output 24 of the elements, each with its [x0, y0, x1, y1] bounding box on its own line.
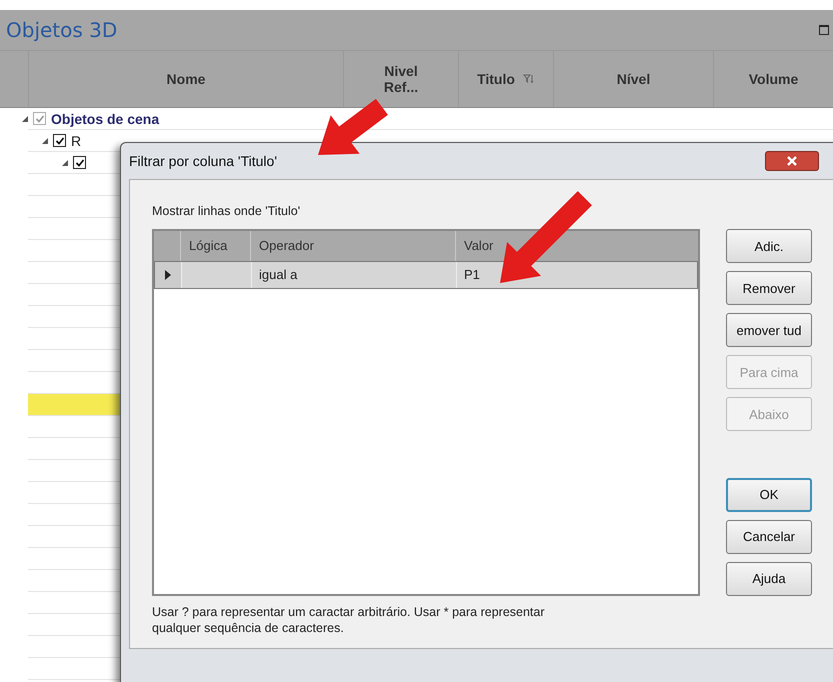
dialog-title: Filtrar por coluna 'Titulo' — [129, 153, 277, 169]
grid-cell: P1 — [464, 267, 480, 282]
hint-text: Usar ? para representar um caractar arbitrário. Usar * para representar qualquer sequência de caracteres. — [152, 604, 546, 636]
dialog-button[interactable]: Cancelar — [726, 520, 812, 554]
annotation-arrow — [318, 98, 388, 155]
dialog-button[interactable]: Adic. — [726, 229, 812, 264]
prompt-text: Mostrar linhas onde 'Titulo' — [152, 204, 302, 220]
filter-row[interactable]: igual a P1 — [154, 261, 698, 290]
dialog-button[interactable]: Remover — [726, 271, 812, 306]
dialog-button[interactable]: emover tud — [726, 313, 812, 348]
row-pointer-icon — [165, 270, 171, 280]
close-button[interactable] — [765, 151, 819, 171]
tree-item[interactable]: Objetos de cena — [51, 110, 160, 126]
column-header[interactable]: Titulo — [458, 51, 553, 107]
dialog-button[interactable]: OK — [726, 478, 812, 512]
column-header[interactable]: Nome — [28, 51, 343, 107]
dialog-button[interactable]: Ajuda — [726, 562, 812, 596]
tree-item[interactable]: R — [71, 132, 82, 148]
maximize-icon[interactable] — [819, 25, 829, 35]
panel-title: Objetos 3D — [6, 18, 118, 42]
column-header[interactable]: Volume — [713, 51, 833, 107]
close-icon — [786, 156, 798, 166]
grid-cell: igual a — [259, 267, 298, 282]
column-header[interactable]: Nível — [553, 51, 713, 107]
